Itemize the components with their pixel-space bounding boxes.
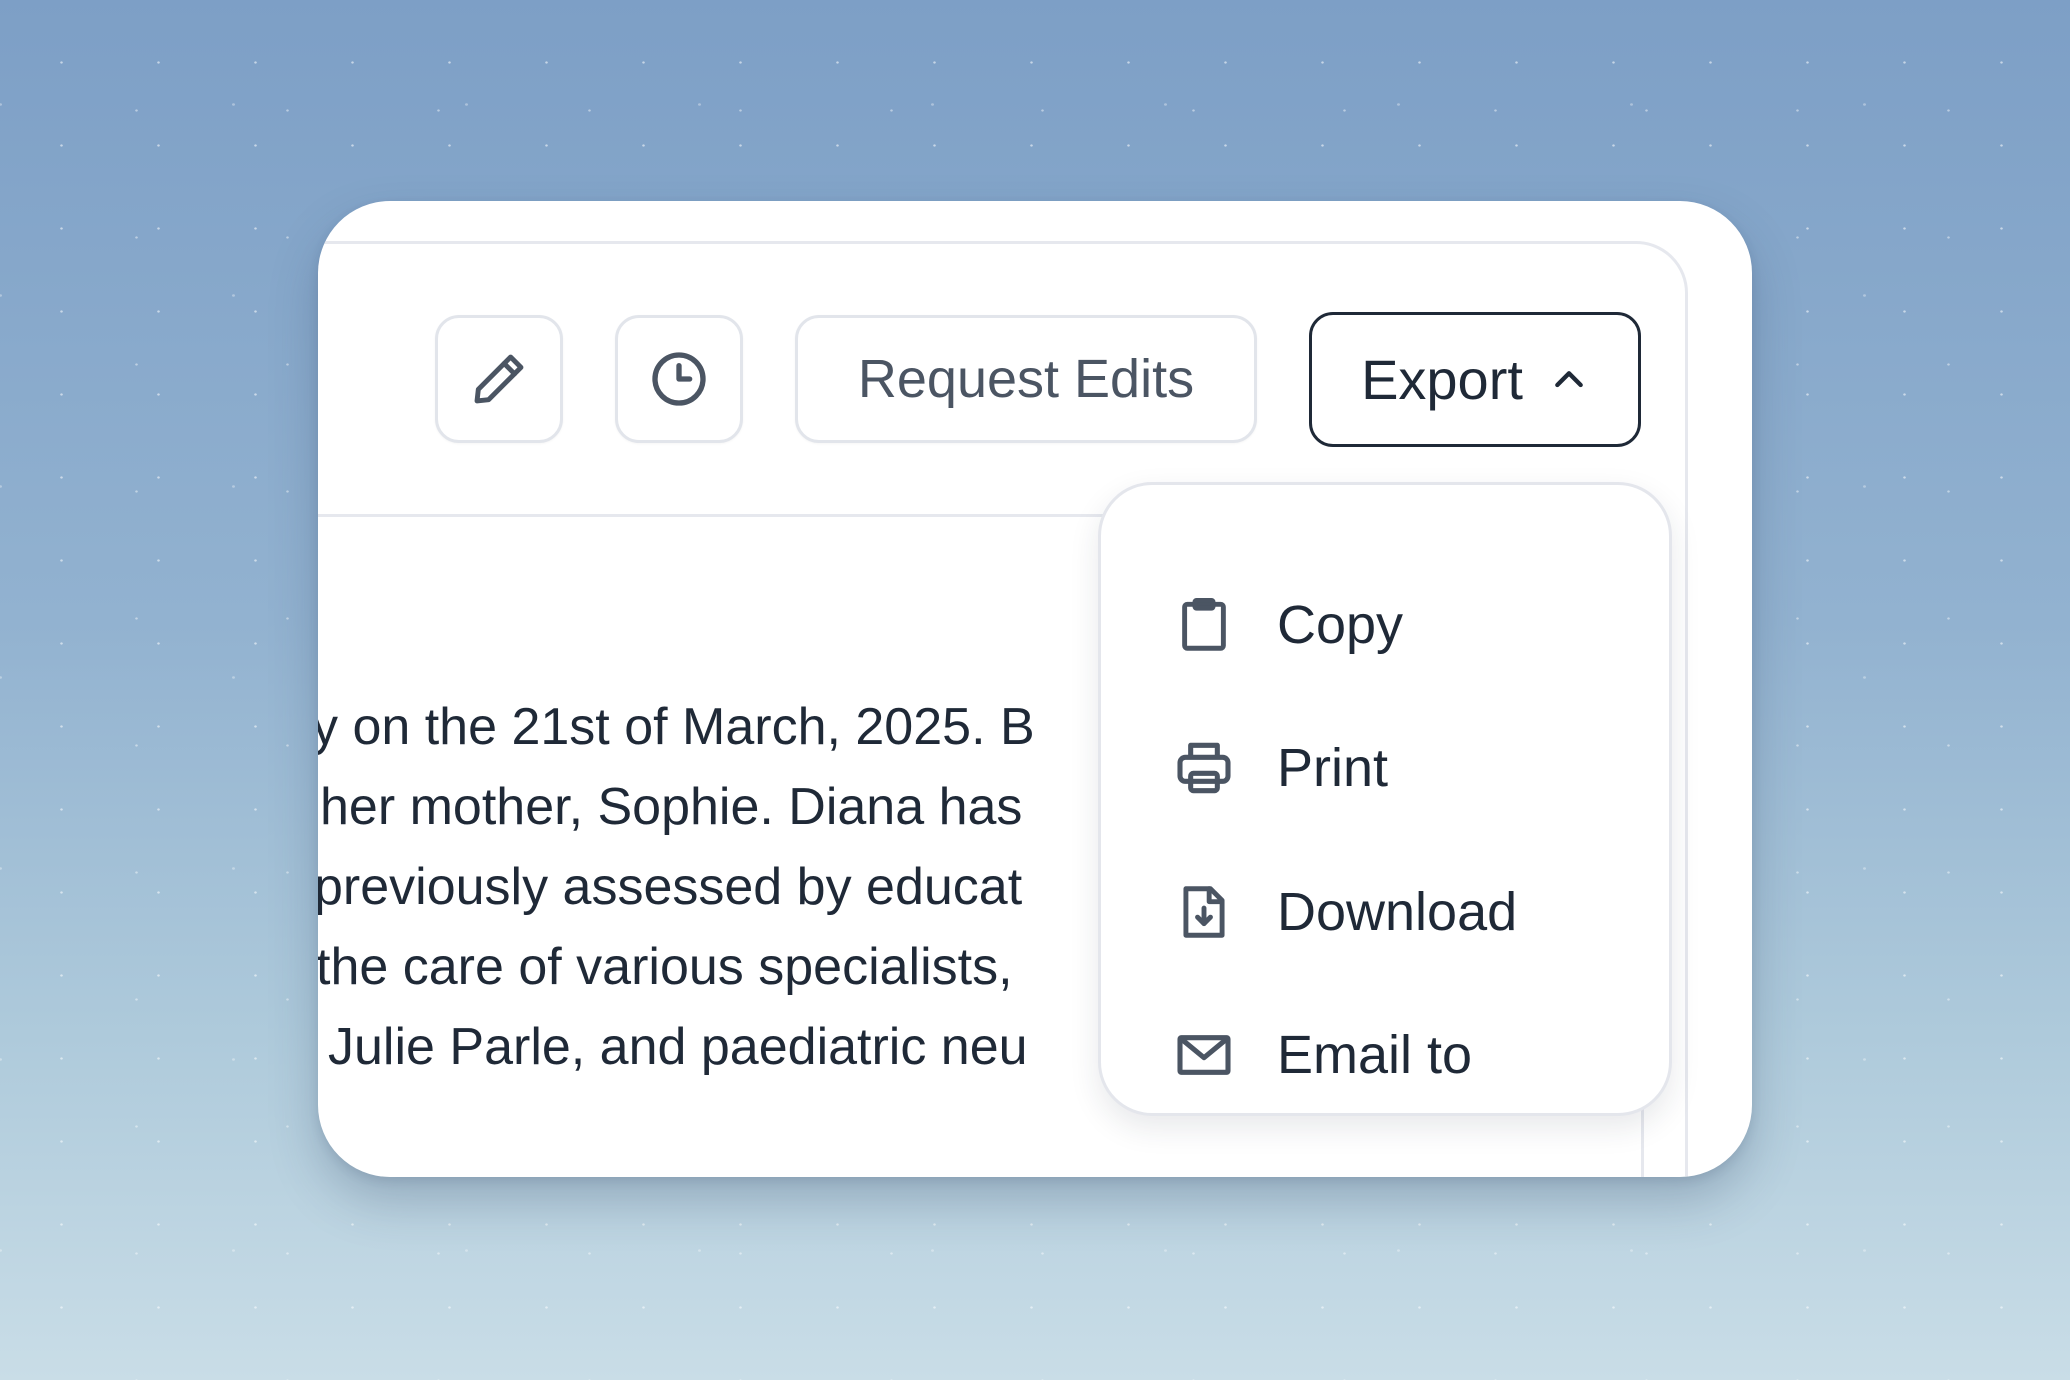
printer-icon (1171, 735, 1237, 801)
document-line: her mother, Sophie. Diana has (320, 778, 1023, 836)
export-button[interactable]: Export (1309, 312, 1641, 447)
export-label: Export (1361, 348, 1523, 411)
document-line: previously assessed by educat (318, 858, 1023, 916)
edit-button[interactable] (435, 315, 563, 443)
request-edits-button[interactable]: Request Edits (795, 315, 1257, 443)
menu-item-label: Copy (1277, 595, 1404, 655)
document-line: Julie Parle, and paediatric neu (328, 1018, 1028, 1076)
document-line: the care of various specialists, (318, 938, 1013, 996)
pencil-icon (468, 348, 530, 410)
menu-item-label: Email to (1277, 1025, 1473, 1085)
download-file-icon (1171, 879, 1237, 945)
clock-icon (647, 347, 711, 411)
menu-item-download[interactable]: Download (1171, 867, 1517, 957)
app-window: Request Edits Export y on the 21st of Ma… (318, 201, 1752, 1177)
history-button[interactable] (615, 315, 743, 443)
menu-item-label: Download (1277, 882, 1518, 942)
menu-item-label: Print (1277, 738, 1389, 798)
mail-icon (1171, 1022, 1237, 1088)
export-dropdown-menu: Copy Print Download Email to (1098, 482, 1672, 1116)
clipboard-icon (1171, 592, 1237, 658)
menu-item-print[interactable]: Print (1171, 723, 1388, 813)
request-edits-label: Request Edits (857, 349, 1195, 409)
document-line: y on the 21st of March, 2025. B (318, 698, 1035, 756)
chevron-up-icon (1549, 360, 1589, 400)
menu-item-email[interactable]: Email to (1171, 1010, 1472, 1100)
menu-item-copy[interactable]: Copy (1171, 580, 1403, 670)
